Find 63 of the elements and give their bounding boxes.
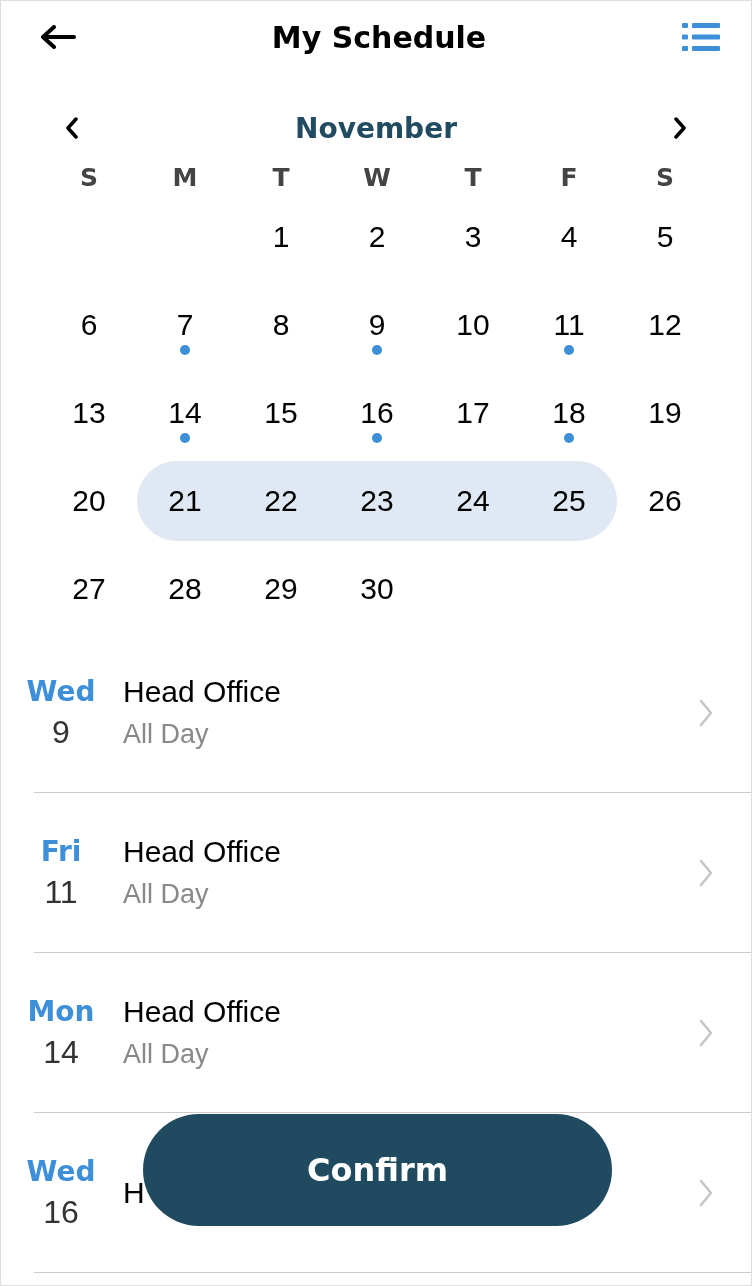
- previous-month-icon[interactable]: [65, 117, 79, 139]
- calendar-day[interactable]: 19: [617, 369, 713, 457]
- calendar-day[interactable]: 5: [617, 193, 713, 281]
- time-label: All Day: [123, 879, 209, 910]
- back-arrow-icon[interactable]: [40, 25, 76, 49]
- calendar-day[interactable]: 10: [425, 281, 521, 369]
- weekday-label: Fri: [40, 834, 82, 868]
- next-month-icon[interactable]: [673, 117, 687, 139]
- selected-range-day[interactable]: 25: [521, 461, 617, 541]
- weekday-label: Wed: [26, 1154, 96, 1188]
- chevron-right-icon: [699, 698, 713, 727]
- calendar-day[interactable]: 2: [329, 193, 425, 281]
- calendar-day[interactable]: 30: [329, 545, 425, 633]
- time-label: All Day: [123, 719, 209, 750]
- selected-range-day[interactable]: 22: [233, 461, 329, 541]
- location-title: H: [123, 1175, 145, 1210]
- calendar-day[interactable]: 9: [329, 281, 425, 369]
- month-title: November: [295, 111, 457, 145]
- calendar-day[interactable]: 28: [137, 545, 233, 633]
- calendar-day[interactable]: 20: [41, 457, 137, 545]
- weekday-label: M: [172, 163, 198, 193]
- weekday-label: W: [363, 163, 391, 193]
- calendar-day[interactable]: 3: [425, 193, 521, 281]
- calendar-day[interactable]: 14: [137, 369, 233, 457]
- chevron-right-icon: [699, 858, 713, 887]
- calendar-day[interactable]: 8: [233, 281, 329, 369]
- selected-range-day[interactable]: 21: [137, 461, 233, 541]
- calendar-day[interactable]: 16: [329, 369, 425, 457]
- weekday-label: T: [464, 163, 482, 193]
- calendar-day[interactable]: 12: [617, 281, 713, 369]
- calendar-day[interactable]: 29: [233, 545, 329, 633]
- weekday-label: S: [80, 163, 98, 193]
- weekday-label: F: [560, 163, 578, 193]
- chevron-right-icon: [699, 1018, 713, 1047]
- calendar-day[interactable]: 13: [41, 369, 137, 457]
- calendar-day[interactable]: 15: [233, 369, 329, 457]
- calendar-day[interactable]: 27: [41, 545, 137, 633]
- location-title: Head Office: [123, 835, 281, 869]
- day-number: 11: [44, 873, 78, 911]
- weekday-label: Wed: [26, 674, 96, 708]
- selected-range-day[interactable]: 23: [329, 461, 425, 541]
- weekday-label: Mon: [27, 994, 95, 1028]
- calendar-day[interactable]: 17: [425, 369, 521, 457]
- calendar-day[interactable]: 1: [233, 193, 329, 281]
- time-label: All Day: [123, 1039, 209, 1070]
- confirm-button[interactable]: Confirm: [143, 1114, 612, 1226]
- calendar-day[interactable]: 7: [137, 281, 233, 369]
- day-number: 9: [52, 713, 70, 751]
- calendar-day[interactable]: 6: [41, 281, 137, 369]
- location-title: Head Office: [123, 995, 281, 1029]
- screen-title: My Schedule: [271, 19, 487, 55]
- chevron-right-icon: [699, 1178, 713, 1207]
- day-number: 14: [43, 1033, 79, 1071]
- calendar-day[interactable]: 18: [521, 369, 617, 457]
- list-view-icon[interactable]: [682, 22, 720, 52]
- day-number: 16: [43, 1193, 79, 1231]
- calendar-day[interactable]: 26: [617, 457, 713, 545]
- calendar-day[interactable]: 4: [521, 193, 617, 281]
- weekday-label: S: [656, 163, 674, 193]
- weekday-label: T: [272, 163, 290, 193]
- location-title: Head Office: [123, 675, 281, 709]
- selected-range-day[interactable]: 24: [425, 461, 521, 541]
- calendar-day[interactable]: 11: [521, 281, 617, 369]
